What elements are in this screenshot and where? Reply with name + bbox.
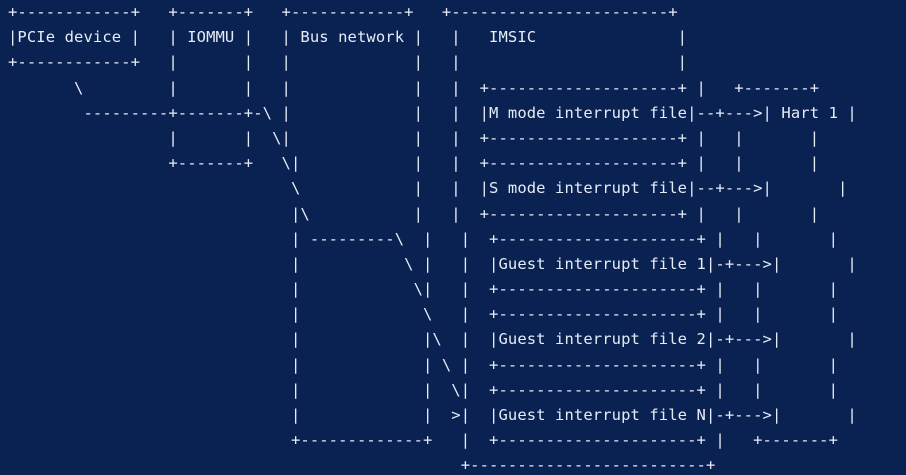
diagram-canvas: +------------+ +-------+ +------------+ …: [0, 0, 906, 475]
ascii-diagram: +------------+ +-------+ +------------+ …: [8, 0, 857, 475]
diagram-line-5: ---------+-------+-\ | | | |M mode inter…: [8, 103, 857, 122]
diagram-line-18: +-------------+ | +---------------------…: [8, 431, 838, 450]
diagram-line-17: | | >| |Guest interrupt file N|-+--->| |: [8, 406, 857, 424]
diagram-line-6: | | \| | | +--------------------+ | | |: [8, 128, 820, 147]
diagram-line-8: \ | | |S mode interrupt file|--+--->| |: [8, 179, 848, 198]
diagram-line-13: | \ | +---------------------+ | | |: [8, 305, 838, 324]
diagram-line-1: +------------+ +-------+ +------------+ …: [8, 3, 678, 21]
diagram-line-3: +------------+ | | | | | |: [8, 53, 688, 72]
diagram-line-7: +-------+ \| | | +--------------------+ …: [8, 154, 820, 173]
diagram-line-9: |\ | | +--------------------+ | | |: [8, 204, 820, 223]
diagram-line-11: | \ | | |Guest interrupt file 1|-+--->| …: [8, 254, 857, 273]
diagram-line-15: | | \ | +---------------------+ | | |: [8, 355, 838, 374]
diagram-line-2: |PCIe device | | IOMMU | | Bus network |…: [8, 28, 688, 47]
diagram-line-19: +-------------------------+: [8, 456, 716, 475]
diagram-line-4: \ | | | | | +--------------------+ | +--…: [8, 78, 820, 97]
diagram-line-12: | \| | +---------------------+ | | |: [8, 280, 838, 299]
diagram-line-16: | | \| +---------------------+ | | |: [8, 380, 838, 399]
diagram-line-14: | |\ | |Guest interrupt file 2|-+--->| |: [8, 330, 857, 349]
diagram-line-10: | ---------\ | | +---------------------+…: [8, 229, 838, 248]
